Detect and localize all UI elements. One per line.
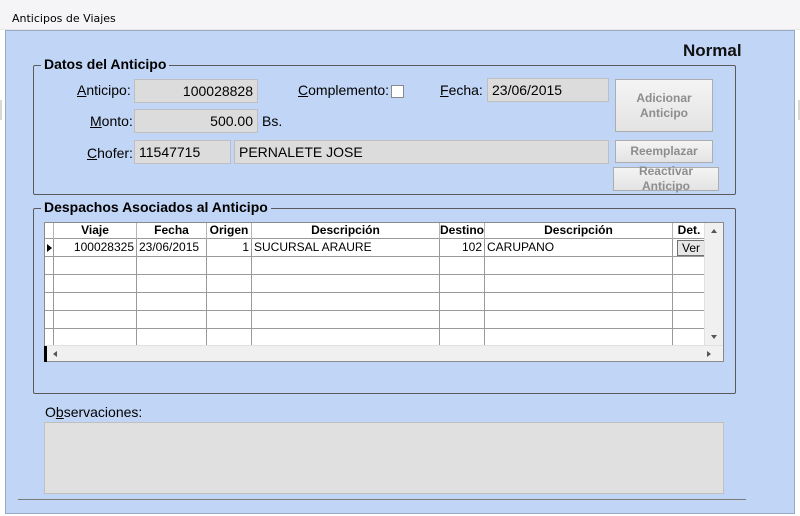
cell-empty (252, 311, 440, 329)
cell-empty (440, 275, 485, 293)
grid-header: Viaje Fecha Origen Descripción Destino D… (45, 223, 705, 239)
table-row[interactable]: 100028325 23/06/2015 1 SUCURSAL ARAURE 1… (45, 239, 705, 257)
form-bottom-divider (18, 499, 746, 500)
cell-empty (54, 275, 137, 293)
observaciones-textarea[interactable] (44, 422, 724, 494)
cell-empty (440, 257, 485, 275)
cell-fecha: 23/06/2015 (137, 239, 207, 257)
cell-destino-descripcion: CARUPANO (485, 239, 673, 257)
cell-viaje: 100028325 (54, 239, 137, 257)
chofer-id-field[interactable]: 11547715 (134, 140, 231, 164)
window: Anticipos de Viajes Normal Datos del Ant… (0, 0, 800, 516)
datos-anticipo-legend: Datos del Anticipo (41, 56, 170, 72)
cell-empty (207, 275, 252, 293)
col-destino-descripcion[interactable]: Descripción (485, 223, 673, 239)
chofer-label: Chofer: (87, 145, 133, 161)
anticipo-field[interactable]: 100028828 (134, 79, 258, 103)
cell-empty (485, 257, 673, 275)
anticipo-label: Anticipo: (77, 82, 131, 98)
scroll-down-icon[interactable] (711, 335, 717, 339)
cell-empty (207, 257, 252, 275)
monto-label: Monto: (90, 113, 133, 129)
cell-destino: 102 (440, 239, 485, 257)
complemento-checkbox[interactable] (391, 85, 404, 98)
observaciones-label: Observaciones: (45, 404, 143, 420)
reactivar-anticipo-button[interactable]: Reactivar Anticipo (613, 164, 719, 193)
cell-empty (137, 311, 207, 329)
ver-button[interactable]: Ver (677, 240, 705, 256)
cell-empty (137, 275, 207, 293)
table-row[interactable] (45, 275, 705, 293)
monto-unit: Bs. (262, 113, 283, 129)
cell-empty (252, 293, 440, 311)
despachos-legend: Despachos Asociados al Anticipo (41, 199, 271, 215)
complemento-label: Complemento: (298, 82, 390, 98)
row-indicator (45, 311, 54, 329)
table-row[interactable] (45, 293, 705, 311)
reemplazar-button[interactable]: Reemplazar (615, 140, 713, 163)
cell-origen-descripcion: SUCURSAL ARAURE (252, 239, 440, 257)
col-origen-descripcion[interactable]: Descripción (252, 223, 440, 239)
cell-empty (137, 293, 207, 311)
cell-empty (440, 311, 485, 329)
col-viaje[interactable]: Viaje (54, 223, 137, 239)
row-indicator (45, 239, 54, 257)
cell-empty (207, 311, 252, 329)
mode-label: Normal (683, 41, 742, 60)
cell-empty (54, 257, 137, 275)
row-indicator (45, 293, 54, 311)
current-row-arrow-icon (47, 244, 52, 252)
cell-empty (440, 293, 485, 311)
cell-empty (485, 275, 673, 293)
table-row[interactable] (45, 311, 705, 329)
cell-empty (485, 311, 673, 329)
monto-field[interactable]: 500.00 (134, 109, 258, 133)
grid-focus-marker (44, 346, 47, 362)
table-row[interactable] (45, 257, 705, 275)
row-indicator (45, 257, 54, 275)
despachos-grid[interactable]: Viaje Fecha Origen Descripción Destino D… (44, 222, 724, 362)
cell-empty (54, 293, 137, 311)
grid-vertical-scrollbar[interactable] (704, 223, 723, 345)
window-title: Anticipos de Viajes (12, 12, 116, 25)
cell-empty (485, 293, 673, 311)
grid-horizontal-scrollbar[interactable] (45, 345, 723, 361)
row-indicator (45, 275, 54, 293)
col-destino[interactable]: Destino (440, 223, 485, 239)
title-bar: Anticipos de Viajes (0, 0, 800, 30)
cell-empty (252, 275, 440, 293)
cell-empty (137, 257, 207, 275)
col-det[interactable]: Det. (673, 223, 705, 239)
scroll-up-icon[interactable] (711, 229, 717, 233)
chofer-name-field[interactable]: PERNALETE JOSE (234, 140, 609, 164)
scroll-left-icon[interactable] (53, 351, 57, 357)
col-indicator (45, 223, 54, 239)
cell-empty (207, 293, 252, 311)
fecha-field[interactable]: 23/06/2015 (487, 78, 609, 102)
left-edge-marker (0, 100, 2, 120)
col-origen[interactable]: Origen (207, 223, 252, 239)
cell-empty (54, 311, 137, 329)
cell-empty (252, 257, 440, 275)
adicionar-line1: Adicionar (636, 90, 692, 105)
scroll-right-icon[interactable] (707, 351, 711, 357)
adicionar-line2: Anticipo (640, 105, 688, 120)
adicionar-anticipo-button[interactable]: Adicionar Anticipo (615, 79, 713, 132)
fecha-label: Fecha: (440, 82, 483, 98)
col-fecha[interactable]: Fecha (137, 223, 207, 239)
cell-origen: 1 (207, 239, 252, 257)
